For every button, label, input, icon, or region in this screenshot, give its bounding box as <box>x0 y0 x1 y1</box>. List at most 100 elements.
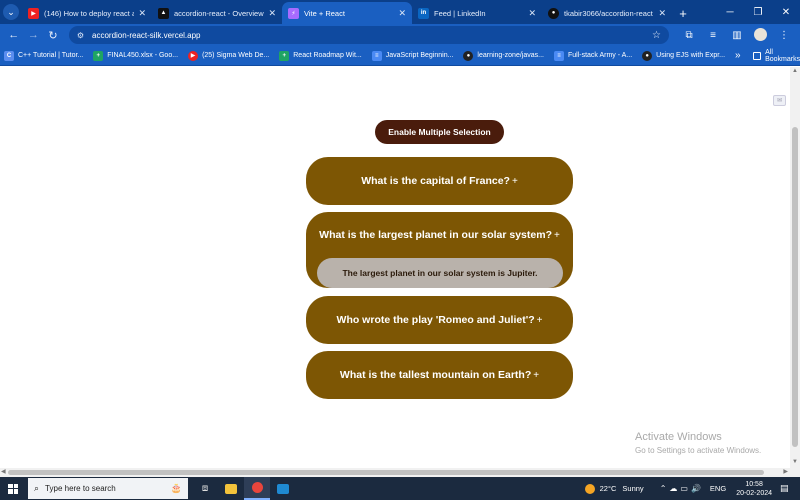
tab-search-button[interactable]: ⌄ <box>0 0 22 24</box>
scroll-left-icon[interactable]: ◀ <box>1 468 6 475</box>
chevron-down-icon: ⌄ <box>3 4 19 20</box>
bookmark-item[interactable]: + FINAL450.xlsx - Goo... <box>93 50 179 61</box>
accordion-item: Who wrote the play 'Romeo and Juliet'? + <box>306 296 573 344</box>
enable-multiple-selection-button[interactable]: Enable Multiple Selection <box>375 120 504 144</box>
close-icon[interactable]: ✕ <box>658 8 666 19</box>
notification-icon[interactable]: ▤ <box>780 483 796 494</box>
accordion-item: What is the largest planet in our solar … <box>306 212 573 288</box>
forward-button[interactable]: → <box>24 25 44 45</box>
accordion-item: What is the capital of France? + <box>306 157 573 205</box>
accordion-header[interactable]: What is the capital of France? + <box>306 157 573 205</box>
bookmark-item[interactable]: ▶ (25) Sigma Web De... <box>188 50 269 61</box>
all-bookmarks-label: All Bookmarks <box>765 48 800 63</box>
reading-list-icon[interactable]: ≡ <box>701 25 725 45</box>
reload-button[interactable]: ↻ <box>43 25 63 45</box>
bookmark-label: FINAL450.xlsx - Goo... <box>107 52 179 59</box>
weather-temp[interactable]: 22°C <box>600 484 617 493</box>
vertical-scrollbar[interactable]: ▲ ▼ <box>790 67 800 468</box>
tab-title: accordion-react - Overview - V <box>174 8 264 18</box>
github-icon: ● <box>463 50 474 61</box>
watermark-title: Activate Windows <box>635 431 722 443</box>
start-button[interactable] <box>0 477 26 500</box>
toolbar-actions: ⧉ ≡ ▥ ⋮ <box>677 25 796 45</box>
accordion-question: Who wrote the play 'Romeo and Juliet'? <box>336 314 535 326</box>
more-bookmarks-icon[interactable]: » <box>735 50 741 61</box>
language-indicator[interactable]: ENG <box>710 484 726 493</box>
windows-taskbar: ⌕ Type here to search 🎂 ⧈ 22°C Sunny ⌃☁▭… <box>0 477 800 500</box>
weather-desc[interactable]: Sunny <box>622 484 643 493</box>
tab-linkedin[interactable]: in Feed | LinkedIn ✕ <box>412 2 542 24</box>
browser-tab-strip: ⌄ ▶ (146) How to deploy react app ✕ ▲ ac… <box>0 0 800 24</box>
vercel-icon: ▲ <box>158 7 169 19</box>
scroll-up-icon[interactable]: ▲ <box>791 68 799 76</box>
file-explorer-icon[interactable] <box>218 477 244 500</box>
accordion-header[interactable]: Who wrote the play 'Romeo and Juliet'? + <box>306 296 573 344</box>
bookmark-star-icon[interactable]: ☆ <box>652 30 661 41</box>
scrollbar-thumb[interactable] <box>792 127 798 447</box>
accordion: What is the capital of France? + What is … <box>306 157 573 406</box>
sheets-icon: + <box>279 50 290 61</box>
tab-youtube[interactable]: ▶ (146) How to deploy react app ✕ <box>22 2 152 24</box>
sun-icon <box>584 483 595 494</box>
bookmark-item[interactable]: ≡ JavaScript Beginnin... <box>371 50 454 61</box>
github-icon: ● <box>548 7 559 19</box>
tab-vercel[interactable]: ▲ accordion-react - Overview - V ✕ <box>152 2 282 24</box>
accordion-header[interactable]: What is the largest planet in our solar … <box>306 212 573 258</box>
close-window-button[interactable]: ✕ <box>772 0 800 24</box>
side-panel-icon[interactable]: ▥ <box>725 25 749 45</box>
youtube-icon: ▶ <box>28 7 39 19</box>
linkedin-icon: in <box>418 7 429 19</box>
bookmark-label: Full-stack Army - A... <box>567 52 633 59</box>
taskbar-search[interactable]: ⌕ Type here to search 🎂 <box>28 478 188 499</box>
scrollbar-thumb[interactable] <box>8 470 764 475</box>
tab-title: (146) How to deploy react app <box>44 8 135 18</box>
reload-icon: ↻ <box>48 29 58 42</box>
new-tab-button[interactable]: + <box>672 2 694 24</box>
accordion-question: What is the capital of France? <box>361 175 510 187</box>
accordion-question: What is the largest planet in our solar … <box>319 229 552 241</box>
restore-button[interactable]: ❐ <box>744 0 772 24</box>
site-info-icon[interactable]: ⚙ <box>77 31 84 40</box>
bookmark-label: JavaScript Beginnin... <box>385 52 454 59</box>
profile-avatar[interactable] <box>754 28 768 41</box>
task-view-icon[interactable]: ⧈ <box>192 477 218 500</box>
bookmark-item[interactable]: ● learning-zone/javas... <box>463 50 544 61</box>
taskbar-apps: ⧈ <box>192 477 296 500</box>
minimize-button[interactable]: ─ <box>716 0 744 24</box>
vscode-icon[interactable] <box>270 477 296 500</box>
close-icon[interactable]: ✕ <box>528 8 536 19</box>
clock-time: 10:58 <box>745 480 763 488</box>
arrow-right-icon: → <box>27 29 39 41</box>
horizontal-scrollbar[interactable]: ◀ ▶ <box>0 468 800 477</box>
all-bookmarks-button[interactable]: All Bookmarks <box>752 48 800 63</box>
window-controls: ─ ❐ ✕ <box>716 0 800 24</box>
docs-icon: ≡ <box>553 50 564 61</box>
bookmark-item[interactable]: ≡ Full-stack Army - A... <box>553 50 633 61</box>
tray-icons[interactable]: ⌃☁▭🔊 <box>660 484 704 493</box>
close-icon[interactable]: ✕ <box>398 8 406 19</box>
accordion-answer: The largest planet in our solar system i… <box>317 258 563 288</box>
tab-vite-react[interactable]: ⚡ Vite + React ✕ <box>282 2 412 24</box>
bookmark-item[interactable]: C C++ Tutorial | Tutor... <box>4 50 83 61</box>
clock-date: 20-02-2024 <box>736 489 772 497</box>
accordion-header[interactable]: What is the tallest mountain on Earth? + <box>306 351 573 399</box>
scroll-right-icon[interactable]: ▶ <box>783 468 788 475</box>
bookmark-item[interactable]: + React Roadmap Wit... <box>279 50 362 61</box>
arrow-left-icon: ← <box>8 29 20 41</box>
extensions-icon[interactable]: ⧉ <box>677 25 701 45</box>
clock[interactable]: 10:58 20-02-2024 <box>736 480 772 498</box>
close-icon[interactable]: ✕ <box>268 8 276 19</box>
bookmark-item[interactable]: ● Using EJS with Expr... <box>642 50 725 61</box>
address-bar[interactable]: ⚙ accordion-react-silk.vercel.app ☆ <box>68 26 670 44</box>
docs-icon: ≡ <box>371 50 382 61</box>
tab-github[interactable]: ● tkabir3066/accordion-react ✕ <box>542 2 672 24</box>
back-button[interactable]: ← <box>4 25 24 45</box>
chrome-icon[interactable] <box>244 477 270 500</box>
close-icon[interactable]: ✕ <box>138 8 146 19</box>
scroll-down-icon[interactable]: ▼ <box>791 459 799 467</box>
github-icon: ● <box>642 50 653 61</box>
mail-extension-icon[interactable]: ✉ <box>773 95 786 106</box>
vscode-logo-icon <box>277 483 289 494</box>
system-tray: 22°C Sunny ⌃☁▭🔊 ENG 10:58 20-02-2024 ▤ <box>584 480 800 498</box>
kebab-menu-icon[interactable]: ⋮ <box>772 25 796 45</box>
